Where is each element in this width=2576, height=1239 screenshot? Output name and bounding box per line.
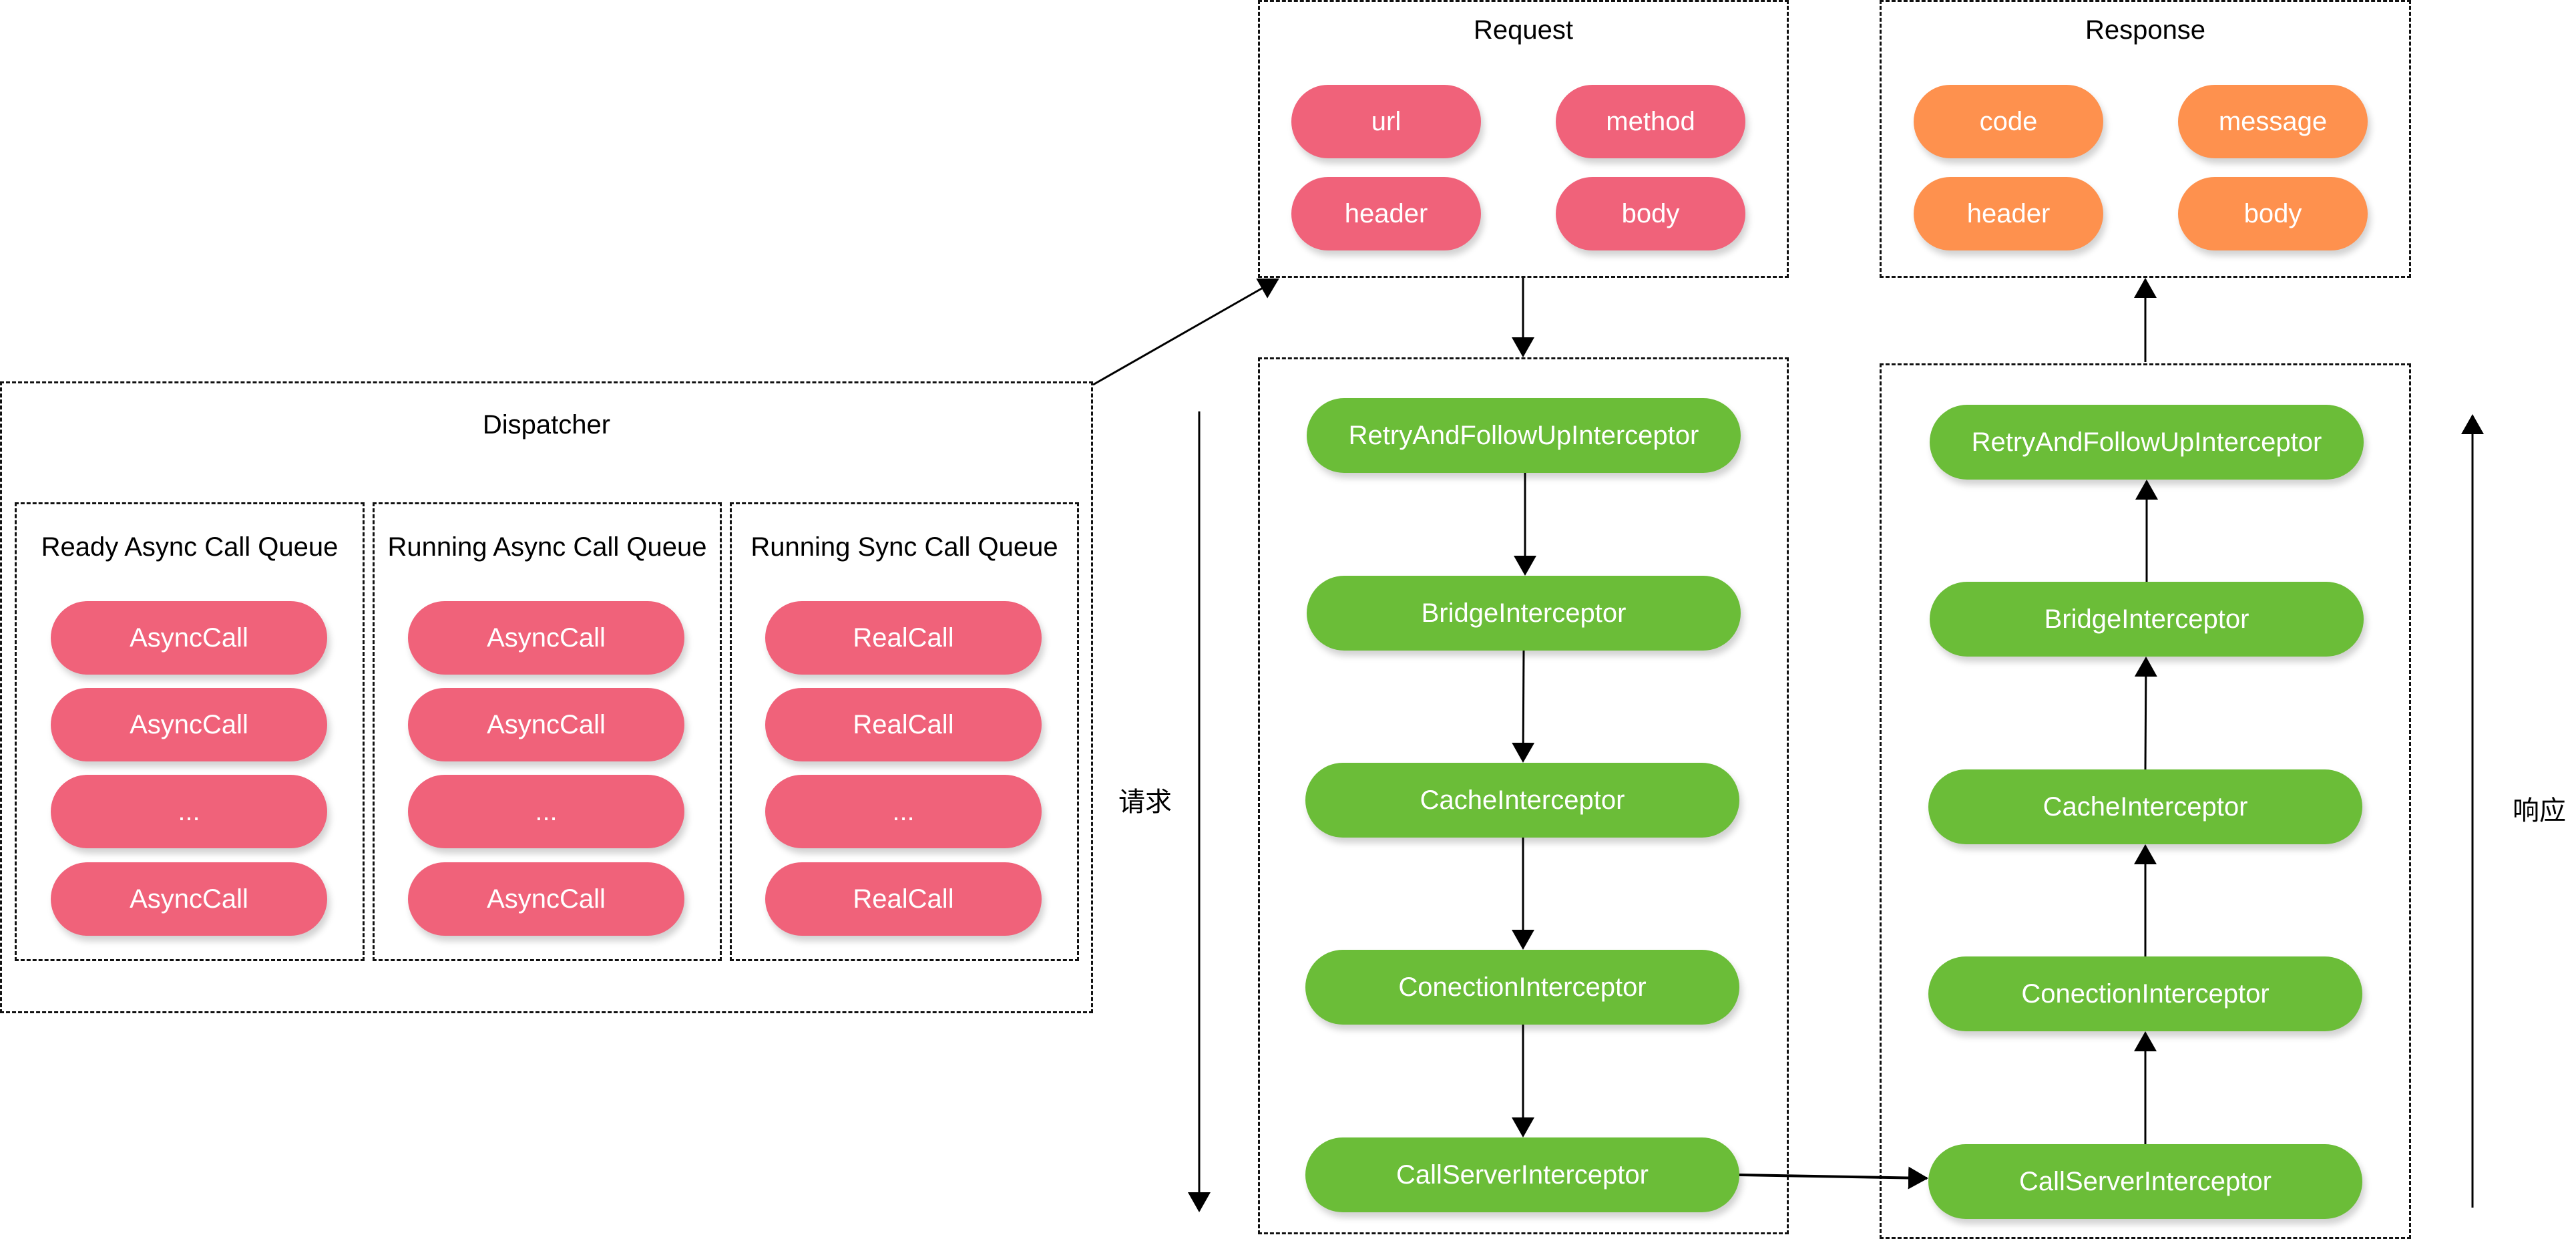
- chain-arrow-2: [1512, 650, 1535, 763]
- server-to-response-arrow: [1739, 1166, 1928, 1190]
- dispatcher-to-request-arrow: [1092, 278, 1279, 386]
- resp-chain-arrow-3: [2134, 657, 2157, 770]
- connector-layer: [1092, 278, 2484, 1212]
